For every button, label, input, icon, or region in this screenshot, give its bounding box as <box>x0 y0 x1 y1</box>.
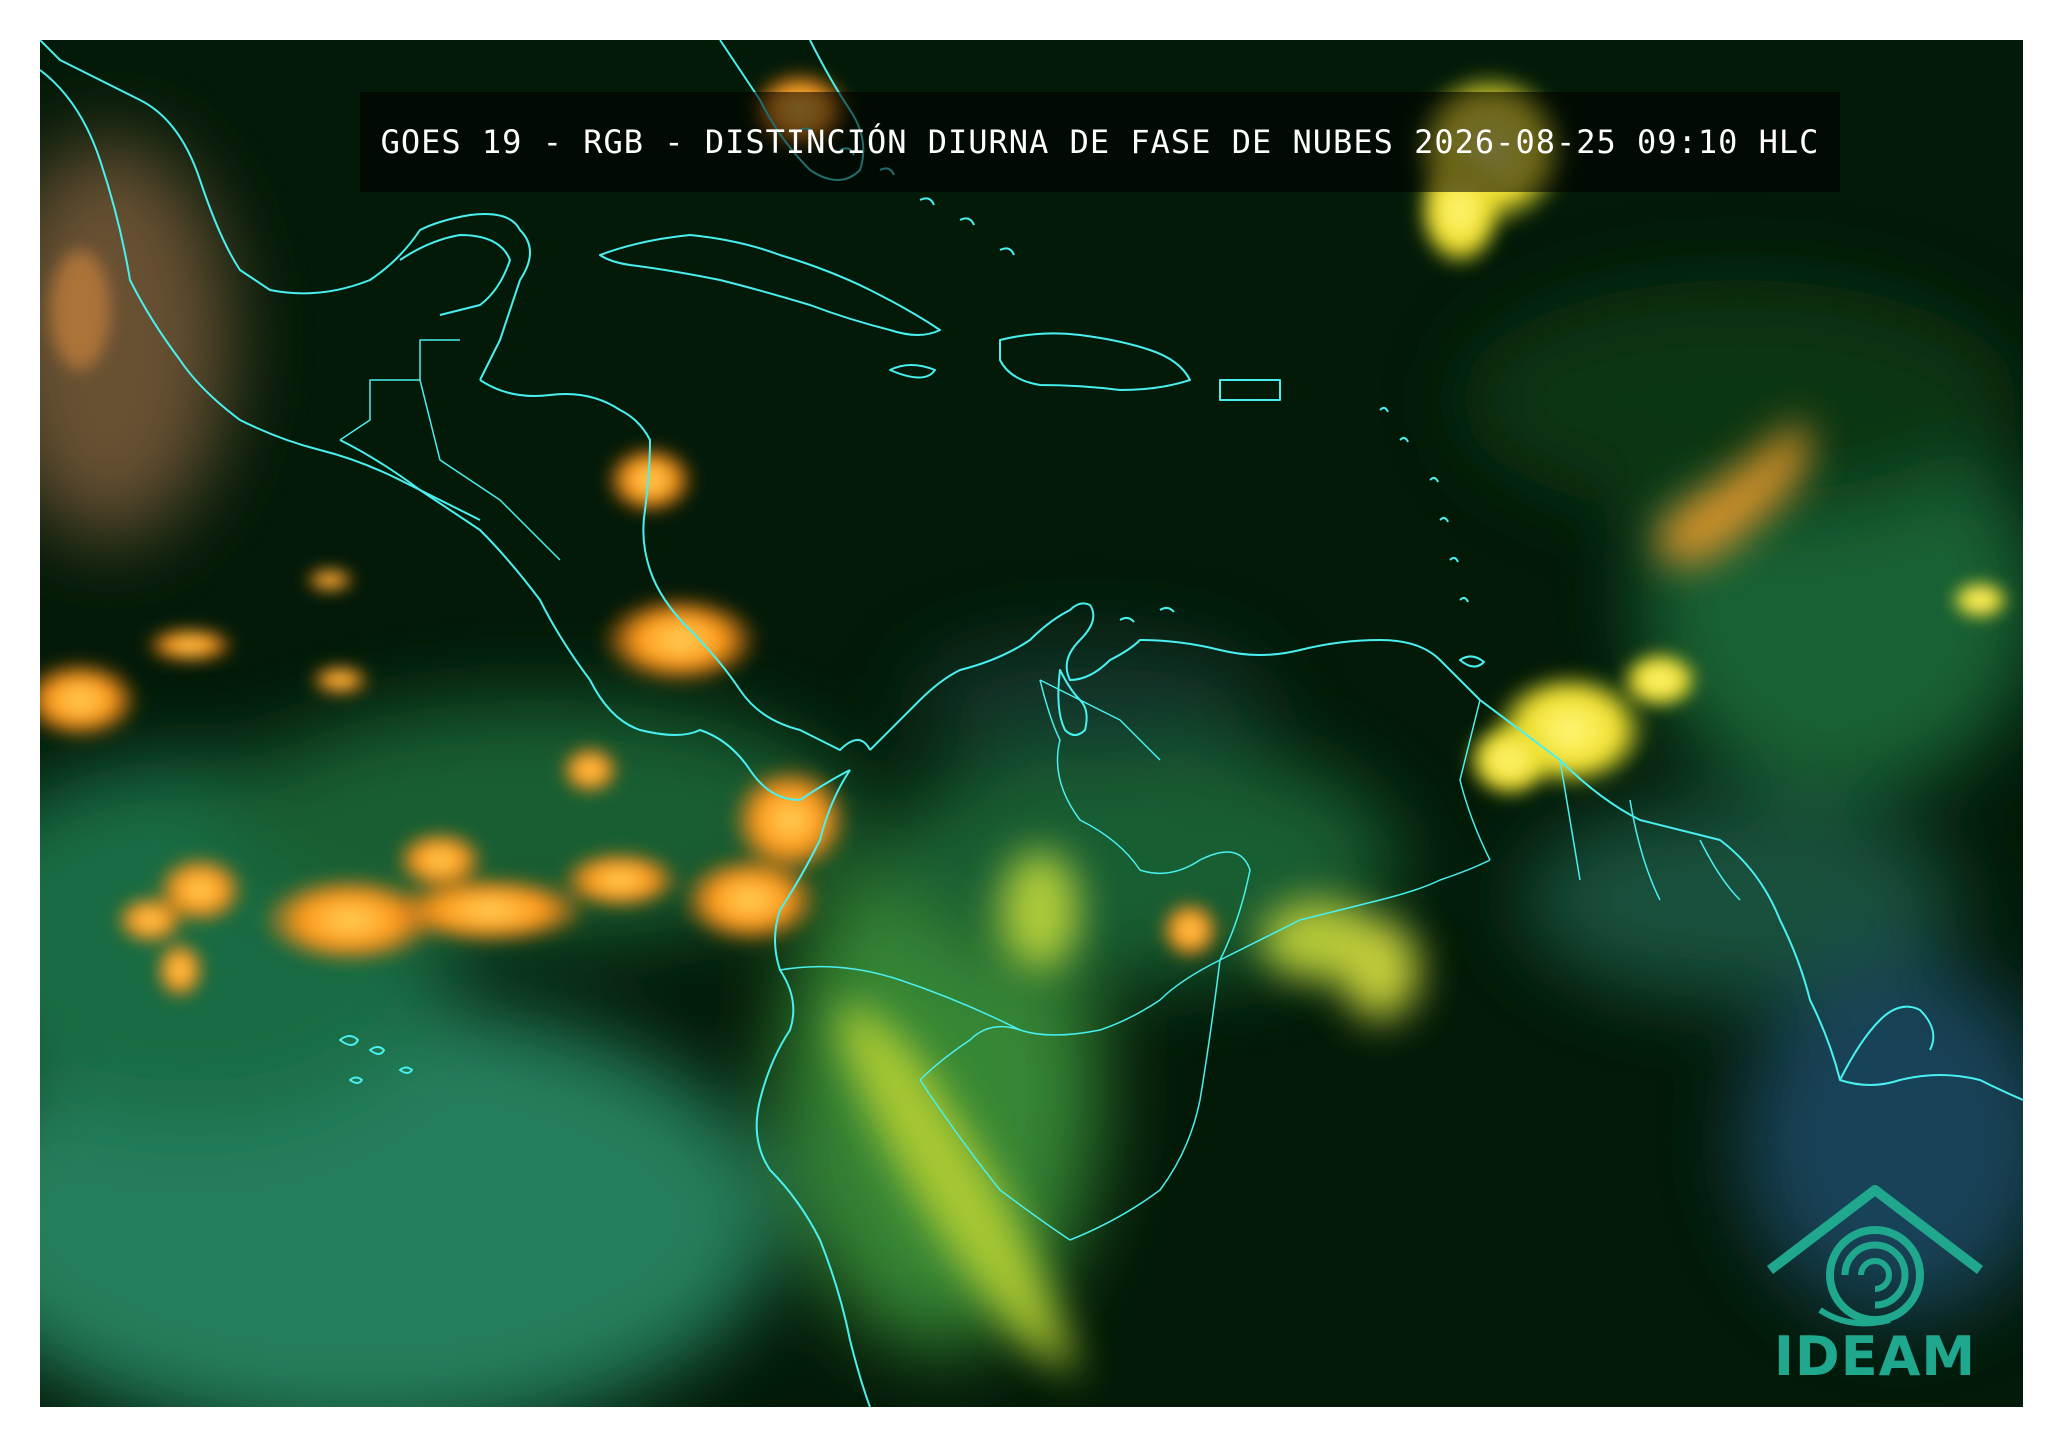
satellite-rgb-map <box>40 40 2023 1407</box>
map-title: GOES 19 - RGB - DISTINCIÓN DIURNA DE FAS… <box>380 123 1820 161</box>
ideam-logo: IDEAM <box>1760 1180 1990 1390</box>
ideam-logo-text: IDEAM <box>1773 1325 1977 1388</box>
ideam-logo-icon <box>1766 1185 1984 1327</box>
map-title-bar: GOES 19 - RGB - DISTINCIÓN DIURNA DE FAS… <box>360 92 1840 192</box>
satellite-map-frame: GOES 19 - RGB - DISTINCIÓN DIURNA DE FAS… <box>40 40 2023 1407</box>
